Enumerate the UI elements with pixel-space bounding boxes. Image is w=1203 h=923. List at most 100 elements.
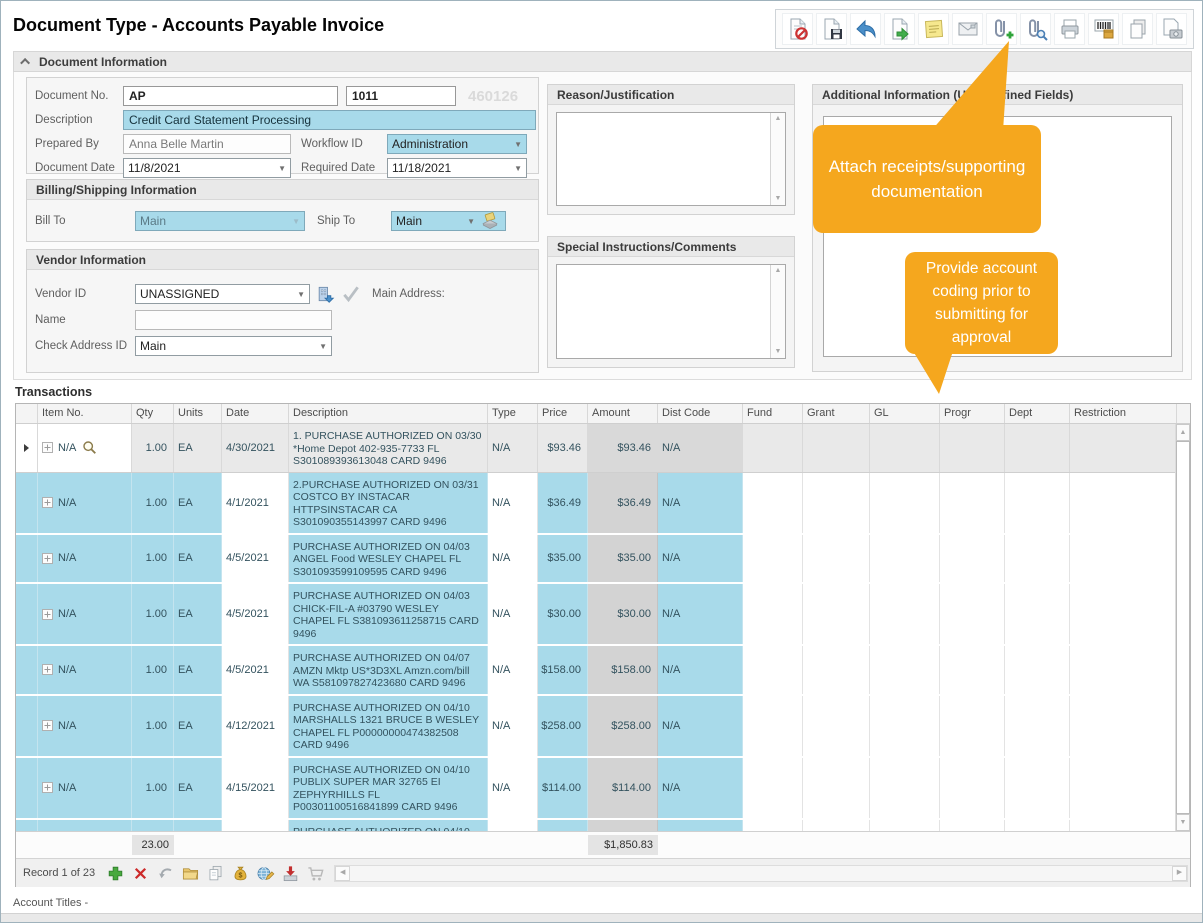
cell-qty[interactable]: 1.00 [132, 584, 174, 644]
cell-dept[interactable] [1005, 473, 1070, 533]
cell-type[interactable]: N/A [488, 535, 538, 583]
table-row[interactable]: N/A 1.00 EA 4/5/2021 PURCHASE AUTHORIZED… [16, 584, 1177, 646]
table-row[interactable]: N/A 1.00 EA 4/30/2021 1. PURCHASE AUTHOR… [16, 424, 1177, 473]
ship-to-dropdown[interactable]: Main▼ [391, 211, 506, 231]
table-row[interactable]: N/A 1.00 EA 4/5/2021 PURCHASE AUTHORIZED… [16, 646, 1177, 696]
import-icon[interactable] [280, 863, 301, 884]
scroll-up-icon[interactable]: ▲ [775, 115, 782, 123]
cell-price[interactable]: $114.00 [538, 758, 588, 818]
cell-type[interactable]: N/A [488, 820, 538, 832]
address-book-icon[interactable] [479, 211, 501, 231]
cell-units[interactable]: EA [174, 473, 222, 533]
vertical-scrollbar[interactable]: ▲ ▼ [1175, 424, 1190, 831]
cell-description[interactable]: PURCHASE AUTHORIZED ON 04/03 ANGEL Food … [289, 535, 488, 583]
add-row-icon[interactable] [105, 863, 126, 884]
cell-dept[interactable] [1005, 758, 1070, 818]
cell-type[interactable]: N/A [488, 473, 538, 533]
cell-restriction[interactable] [1070, 758, 1177, 818]
scroll-up-icon[interactable]: ▲ [775, 267, 782, 275]
cell-gl[interactable] [870, 646, 940, 694]
cell-progr[interactable] [940, 696, 1005, 756]
cell-item-no[interactable]: N/A [38, 820, 132, 832]
scroll-thumb[interactable] [1176, 441, 1190, 814]
scroll-right-button[interactable]: ▶ [1172, 866, 1187, 881]
cell-qty[interactable]: 1.00 [132, 646, 174, 694]
save-document-icon[interactable] [816, 13, 847, 45]
cell-gl[interactable] [870, 758, 940, 818]
cell-gl[interactable] [870, 696, 940, 756]
cell-date[interactable]: 4/5/2021 [222, 535, 289, 583]
header-description[interactable]: Description [289, 404, 488, 423]
cell-restriction[interactable] [1070, 473, 1177, 533]
cell-restriction[interactable] [1070, 820, 1177, 832]
header-fund[interactable]: Fund [743, 404, 803, 423]
money-bag-icon[interactable]: $ [230, 863, 251, 884]
header-item-no[interactable]: Item No. [38, 404, 132, 423]
cell-dist-code[interactable]: N/A [658, 535, 743, 583]
cell-gl[interactable] [870, 584, 940, 644]
forward-document-icon[interactable] [884, 13, 915, 45]
cell-fund[interactable] [743, 535, 803, 583]
cell-qty[interactable]: 1.00 [132, 424, 174, 472]
cell-item-no[interactable]: N/A [38, 424, 132, 472]
barcode-package-icon[interactable] [1088, 13, 1119, 45]
expand-icon[interactable] [42, 664, 53, 675]
cell-fund[interactable] [743, 820, 803, 832]
expand-icon[interactable] [42, 442, 53, 453]
cell-grant[interactable] [803, 820, 870, 832]
table-row[interactable]: N/A 1.00 EA 4/12/2021 PURCHASE AUTHORIZE… [16, 696, 1177, 758]
cell-dist-code[interactable]: N/A [658, 820, 743, 832]
cell-item-no[interactable]: N/A [38, 696, 132, 756]
cell-price[interactable]: $93.46 [538, 424, 588, 472]
cell-fund[interactable] [743, 646, 803, 694]
cell-qty[interactable]: 1.00 [132, 473, 174, 533]
table-row[interactable]: N/A 1.00 EA 4/12/2021 PURCHASE AUTHORIZE… [16, 820, 1177, 832]
row-selector[interactable] [16, 424, 38, 472]
document-no-prefix-input[interactable]: AP [123, 86, 338, 106]
expand-icon[interactable] [42, 782, 53, 793]
cell-fund[interactable] [743, 758, 803, 818]
cell-restriction[interactable] [1070, 646, 1177, 694]
header-gl[interactable]: GL [870, 404, 940, 423]
cell-units[interactable]: EA [174, 820, 222, 832]
cell-amount[interactable]: $30.00 [588, 584, 658, 644]
row-selector[interactable] [16, 584, 38, 644]
cell-amount[interactable]: $158.00 [588, 820, 658, 832]
header-dept[interactable]: Dept [1005, 404, 1070, 423]
cell-date[interactable]: 4/15/2021 [222, 758, 289, 818]
cell-description[interactable]: PURCHASE AUTHORIZED ON 04/10 MARSHALLS 1… [289, 696, 488, 756]
expand-icon[interactable] [42, 609, 53, 620]
row-selector[interactable] [16, 820, 38, 832]
cell-units[interactable]: EA [174, 584, 222, 644]
row-selector[interactable] [16, 696, 38, 756]
scrollbar[interactable]: ▲▼ [770, 265, 785, 358]
cell-grant[interactable] [803, 424, 870, 472]
cell-description[interactable]: 2.PURCHASE AUTHORIZED ON 03/31 COSTCO BY… [289, 473, 488, 533]
cell-grant[interactable] [803, 584, 870, 644]
cell-progr[interactable] [940, 646, 1005, 694]
document-date-dropdown[interactable]: 11/8/2021▼ [123, 158, 291, 178]
collapse-chevron-icon[interactable] [20, 58, 30, 68]
send-back-icon[interactable] [850, 13, 881, 45]
header-date[interactable]: Date [222, 404, 289, 423]
cell-grant[interactable] [803, 758, 870, 818]
required-date-dropdown[interactable]: 11/18/2021▼ [387, 158, 527, 178]
cell-date[interactable]: 4/1/2021 [222, 473, 289, 533]
cell-fund[interactable] [743, 584, 803, 644]
document-information-header[interactable]: Document Information [13, 51, 1192, 72]
cell-dept[interactable] [1005, 820, 1070, 832]
cell-item-no[interactable]: N/A [38, 758, 132, 818]
receipt-scan-icon[interactable] [1156, 13, 1187, 45]
notes-icon[interactable] [918, 13, 949, 45]
reason-justification-textarea[interactable]: ▲▼ [556, 112, 786, 206]
header-dist-code[interactable]: Dist Code [658, 404, 743, 423]
cell-item-no[interactable]: N/A [38, 646, 132, 694]
cell-dist-code[interactable]: N/A [658, 584, 743, 644]
cell-dist-code[interactable]: N/A [658, 424, 743, 472]
cell-fund[interactable] [743, 424, 803, 472]
cell-item-no[interactable]: N/A [38, 584, 132, 644]
cell-gl[interactable] [870, 424, 940, 472]
check-address-id-dropdown[interactable]: Main▼ [135, 336, 332, 356]
row-selector[interactable] [16, 473, 38, 533]
cell-dist-code[interactable]: N/A [658, 758, 743, 818]
